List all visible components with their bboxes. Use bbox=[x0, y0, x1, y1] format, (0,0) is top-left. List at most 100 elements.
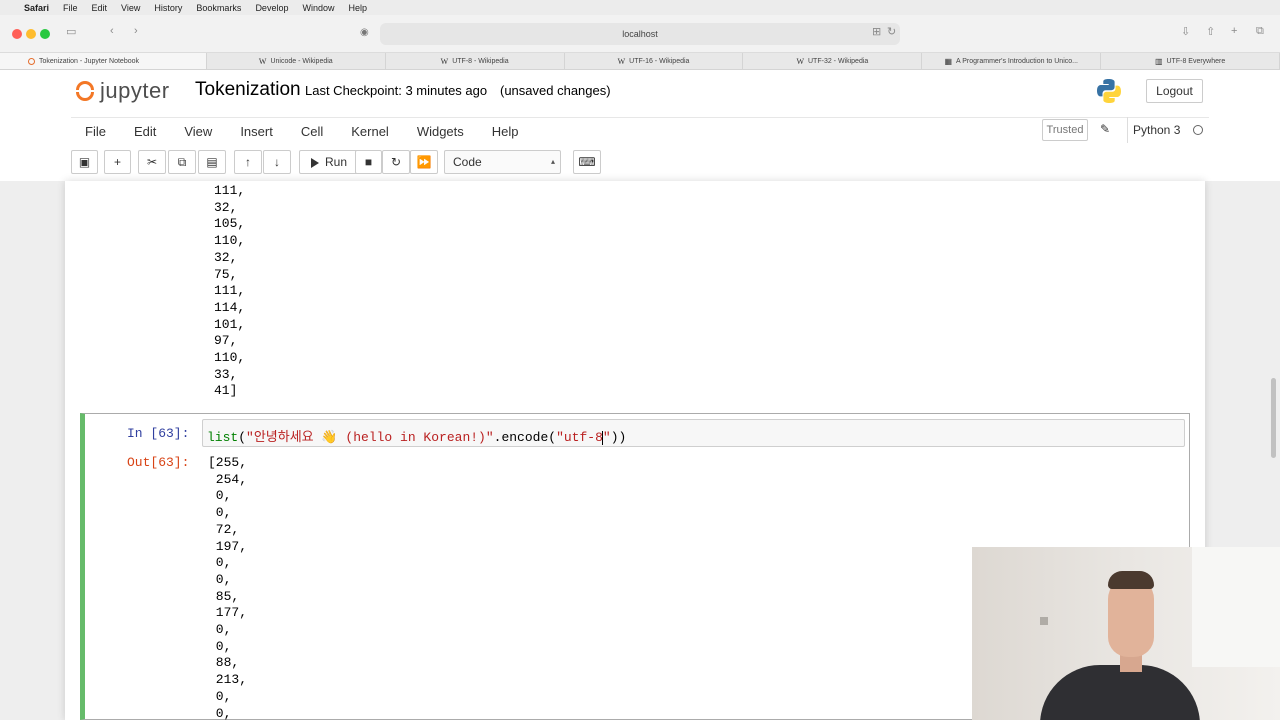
wikipedia-favicon-icon: W bbox=[617, 56, 626, 66]
code-method: .encode( bbox=[493, 430, 557, 445]
cell-type-value: Code bbox=[453, 155, 482, 169]
restart-run-all-button[interactable]: ⏩ bbox=[410, 150, 438, 174]
page-favicon-icon: ▥ bbox=[1154, 56, 1163, 66]
output-line: 97, bbox=[214, 333, 238, 349]
logout-button[interactable]: Logout bbox=[1146, 79, 1203, 103]
output-line: [255, bbox=[208, 455, 248, 470]
mac-menu-bookmarks[interactable]: Bookmarks bbox=[196, 3, 241, 13]
jupyter-logo-text: jupyter bbox=[100, 78, 170, 103]
output-line: 114, bbox=[214, 299, 246, 315]
forward-icon[interactable]: › bbox=[134, 25, 138, 37]
tab-overview-icon[interactable]: ⧉ bbox=[1256, 25, 1264, 38]
save-button[interactable]: ▣ bbox=[71, 150, 98, 174]
arrow-up-icon: ↑ bbox=[245, 155, 251, 169]
code-encoding-arg: "utf-8 bbox=[556, 430, 603, 445]
menu-cell[interactable]: Cell bbox=[287, 118, 337, 146]
browser-tab-programmers-intro[interactable]: ▦ A Programmer's Introduction to Unico..… bbox=[922, 53, 1102, 69]
reload-icon[interactable]: ↻ bbox=[887, 25, 896, 38]
restart-kernel-button[interactable]: ↻ bbox=[382, 150, 410, 174]
run-button[interactable]: Run bbox=[299, 150, 359, 174]
sidebar-icon[interactable]: ▭ bbox=[66, 25, 76, 38]
share-icon[interactable]: ⇧ bbox=[1206, 25, 1215, 38]
code-paren: ( bbox=[238, 430, 247, 445]
browser-tab-utf16[interactable]: W UTF-16 - Wikipedia bbox=[565, 53, 744, 69]
notebook-title[interactable]: Tokenization bbox=[195, 79, 301, 101]
stop-icon: ■ bbox=[364, 155, 373, 169]
play-icon bbox=[310, 157, 319, 168]
browser-tab-unicode[interactable]: W Unicode - Wikipedia bbox=[207, 53, 386, 69]
command-palette-button[interactable]: ⌨ bbox=[573, 150, 601, 174]
browser-tab-tokenization[interactable]: Tokenization - Jupyter Notebook bbox=[0, 53, 207, 69]
mac-menu-develop[interactable]: Develop bbox=[255, 3, 288, 13]
browser-tab-utf8-everywhere[interactable]: ▥ UTF-8 Everywhere bbox=[1101, 53, 1280, 69]
input-prompt: In [63]: bbox=[127, 426, 190, 441]
wikipedia-favicon-icon: W bbox=[796, 56, 804, 66]
zoom-window-button[interactable] bbox=[40, 29, 50, 39]
back-icon[interactable]: ‹ bbox=[110, 25, 114, 37]
move-cell-down-button[interactable]: ↓ bbox=[263, 150, 291, 174]
copy-cells-button[interactable]: ⧉ bbox=[168, 150, 196, 174]
mac-menu-edit[interactable]: Edit bbox=[92, 3, 108, 13]
output-line: 75, bbox=[214, 266, 238, 282]
kernel-name[interactable]: Python 3 bbox=[1127, 117, 1180, 143]
browser-tab-label: A Programmer's Introduction to Unico... bbox=[956, 57, 1078, 65]
close-window-button[interactable] bbox=[12, 29, 22, 39]
menu-kernel[interactable]: Kernel bbox=[337, 118, 403, 146]
paste-cells-button[interactable]: ▤ bbox=[198, 150, 226, 174]
arrow-down-icon: ↓ bbox=[274, 155, 280, 169]
output-line: 41] bbox=[214, 383, 238, 399]
jupyter-header: jupyter Tokenization Last Checkpoint: 3 … bbox=[0, 70, 1280, 110]
insert-cell-below-button[interactable]: + bbox=[104, 150, 131, 174]
page-scrollbar[interactable] bbox=[1271, 378, 1276, 458]
mac-menu-window[interactable]: Window bbox=[302, 3, 334, 13]
menu-widgets[interactable]: Widgets bbox=[403, 118, 478, 146]
download-icon[interactable]: ⇩ bbox=[1181, 25, 1190, 38]
translate-icon[interactable]: ⊞ bbox=[872, 25, 881, 38]
output-line: 105, bbox=[214, 216, 246, 232]
menu-insert[interactable]: Insert bbox=[226, 118, 287, 146]
browser-tab-utf8[interactable]: W UTF-8 - Wikipedia bbox=[386, 53, 565, 69]
move-cell-up-button[interactable]: ↑ bbox=[234, 150, 262, 174]
output-line: 254, bbox=[208, 471, 248, 487]
browser-toolbar: ▭ ‹ › ◉ localhost ⊞ ↻ ⇩ ⇧ + ⧉ bbox=[0, 15, 1280, 53]
jupyter-logo[interactable]: jupyter bbox=[74, 78, 170, 104]
menu-file[interactable]: File bbox=[71, 118, 120, 146]
jupyter-favicon-icon bbox=[28, 57, 35, 65]
browser-tab-label: UTF-32 - Wikipedia bbox=[808, 57, 869, 65]
menu-help[interactable]: Help bbox=[478, 118, 533, 146]
mac-menu-app[interactable]: Safari bbox=[24, 3, 49, 13]
output-line: 177, bbox=[208, 605, 248, 621]
browser-tab-label: Tokenization - Jupyter Notebook bbox=[39, 57, 139, 65]
keyboard-icon: ⌨ bbox=[578, 155, 596, 169]
interrupt-kernel-button[interactable]: ■ bbox=[355, 150, 382, 174]
output-line: 0, bbox=[208, 488, 232, 504]
code-line: list("안녕하세요 👋 (hello in Korean!)".encode… bbox=[207, 426, 626, 445]
minimize-window-button[interactable] bbox=[26, 29, 36, 39]
menu-edit[interactable]: Edit bbox=[120, 118, 170, 146]
output-line: 111, bbox=[214, 183, 246, 198]
mac-menu-history[interactable]: History bbox=[154, 3, 182, 13]
mac-menu-file[interactable]: File bbox=[63, 3, 78, 13]
cut-cells-button[interactable]: ✂ bbox=[138, 150, 166, 174]
browser-tab-utf32[interactable]: W UTF-32 - Wikipedia bbox=[743, 53, 923, 69]
output-line: 0, bbox=[208, 571, 232, 587]
privacy-shield-icon[interactable]: ◉ bbox=[360, 27, 369, 38]
output-line: 111, bbox=[214, 283, 246, 299]
mac-menu-help[interactable]: Help bbox=[348, 3, 367, 13]
checkpoint-status: Last Checkpoint: 3 minutes ago bbox=[305, 83, 488, 98]
cell-output: [255, 254, 0, 0, 72, 197, 0, 0, 85, 177,… bbox=[208, 455, 247, 720]
restart-icon: ↻ bbox=[390, 155, 402, 169]
page-favicon-icon: ▦ bbox=[944, 56, 953, 66]
output-line: 33, bbox=[214, 366, 238, 382]
mac-menu-view[interactable]: View bbox=[121, 3, 140, 13]
trusted-badge[interactable]: Trusted bbox=[1042, 119, 1088, 141]
browser-tab-strip: Tokenization - Jupyter Notebook W Unicod… bbox=[0, 53, 1280, 70]
address-bar[interactable]: localhost bbox=[380, 23, 900, 45]
run-label: Run bbox=[324, 155, 347, 169]
wikipedia-favicon-icon: W bbox=[440, 56, 449, 66]
cell-type-select[interactable]: Code ▴▾ bbox=[444, 150, 561, 188]
new-tab-icon[interactable]: + bbox=[1231, 25, 1237, 37]
mac-menu-bar: Safari File Edit View History Bookmarks … bbox=[0, 0, 1280, 15]
output-line: 213, bbox=[208, 672, 248, 688]
menu-view[interactable]: View bbox=[170, 118, 226, 146]
